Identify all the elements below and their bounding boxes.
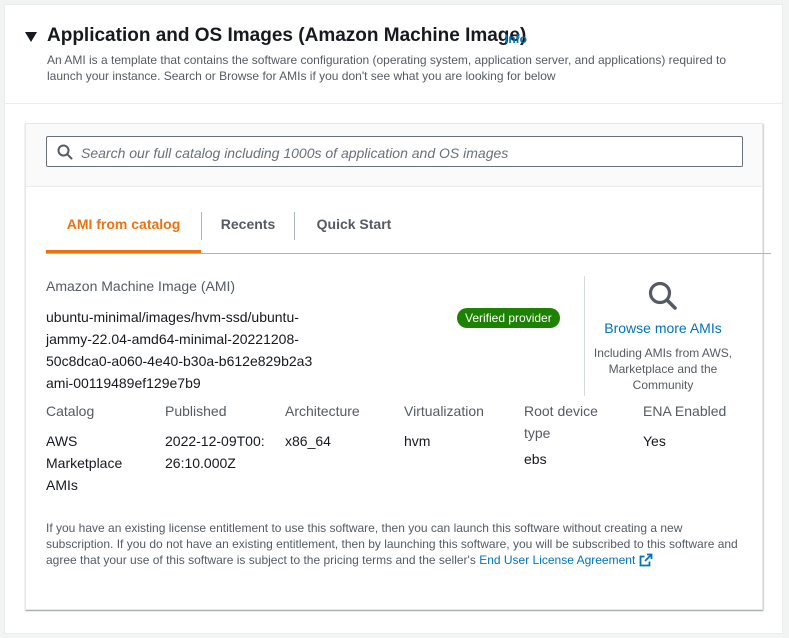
tab-quick-start[interactable]: Quick Start bbox=[295, 208, 413, 253]
browse-more-amis-link[interactable]: Browse more AMIs bbox=[592, 320, 734, 336]
detail-value: 2022-12-09T00:26:10.000Z bbox=[165, 433, 265, 471]
detail-root-device-type: Root device type ebs bbox=[524, 400, 614, 470]
detail-label: Root device type bbox=[524, 403, 598, 441]
ami-name-line: jammy-22.04-amd64-minimal-20221208- bbox=[46, 331, 299, 347]
external-link-icon[interactable] bbox=[639, 553, 653, 567]
magnifier-icon[interactable] bbox=[647, 280, 679, 312]
ami-section-container: Application and OS Images (Amazon Machin… bbox=[4, 4, 783, 634]
detail-value: hvm bbox=[404, 433, 431, 449]
section-description: An AMI is a template that contains the s… bbox=[47, 53, 727, 83]
ami-section-label: Amazon Machine Image (AMI) bbox=[46, 278, 236, 294]
detail-label: ENA Enabled bbox=[643, 403, 727, 419]
detail-value: x86_64 bbox=[285, 433, 331, 449]
search-input[interactable] bbox=[79, 141, 733, 164]
tab-ami-from-catalog[interactable]: AMI from catalog bbox=[46, 208, 201, 253]
ami-name: ubuntu-minimal/images/hvm-ssd/ubuntu- ja… bbox=[46, 306, 336, 372]
eula-link[interactable]: End User License Agreement bbox=[479, 553, 653, 567]
ami-panel: AMI from catalog Recents Quick Start Ama… bbox=[25, 123, 771, 610]
search-area bbox=[26, 124, 762, 187]
detail-label: Virtualization bbox=[404, 403, 484, 419]
detail-label: Catalog bbox=[46, 403, 95, 419]
section-title: Application and OS Images (Amazon Machin… bbox=[47, 25, 527, 46]
detail-published: Published 2022-12-09T00:26:10.000Z bbox=[165, 400, 265, 474]
detail-value: ebs bbox=[524, 451, 547, 467]
detail-virtualization: Virtualization hvm bbox=[404, 400, 509, 452]
eula-link-label[interactable]: End User License Agreement bbox=[479, 553, 635, 567]
vertical-divider bbox=[584, 276, 585, 396]
browse-more-amis-subtext: Including AMIs from AWS, Marketplace and… bbox=[593, 346, 733, 392]
section-header: Application and OS Images (Amazon Machin… bbox=[5, 5, 782, 104]
license-footnote: If you have an existing license entitlem… bbox=[46, 520, 746, 568]
caret-down-icon[interactable] bbox=[25, 32, 37, 42]
detail-value: AWS Marketplace AMIs bbox=[46, 433, 123, 493]
info-link[interactable]: Info bbox=[505, 32, 527, 46]
search-icon bbox=[57, 144, 73, 160]
ami-id: ami-00119489ef129e7b9 bbox=[46, 375, 201, 391]
ami-name-line: 50c8dca0-a060-4e40-b30a-b612e829b2a3 bbox=[46, 353, 313, 369]
detail-value: Yes bbox=[643, 433, 666, 449]
search-box[interactable] bbox=[46, 136, 743, 167]
ami-name-line: ubuntu-minimal/images/hvm-ssd/ubuntu- bbox=[46, 309, 299, 325]
detail-ena-enabled: ENA Enabled Yes bbox=[643, 400, 743, 452]
tab-recents[interactable]: Recents bbox=[202, 208, 294, 253]
tab-bar: AMI from catalog Recents Quick Start bbox=[46, 208, 771, 254]
verified-provider-badge: Verified provider bbox=[457, 308, 560, 328]
detail-label: Architecture bbox=[285, 403, 360, 419]
detail-label: Published bbox=[165, 403, 227, 419]
detail-architecture: Architecture x86_64 bbox=[285, 400, 390, 452]
browse-more-amis[interactable]: Browse more AMIs Including AMIs from AWS… bbox=[592, 276, 734, 393]
detail-catalog: Catalog AWS Marketplace AMIs bbox=[46, 400, 146, 496]
